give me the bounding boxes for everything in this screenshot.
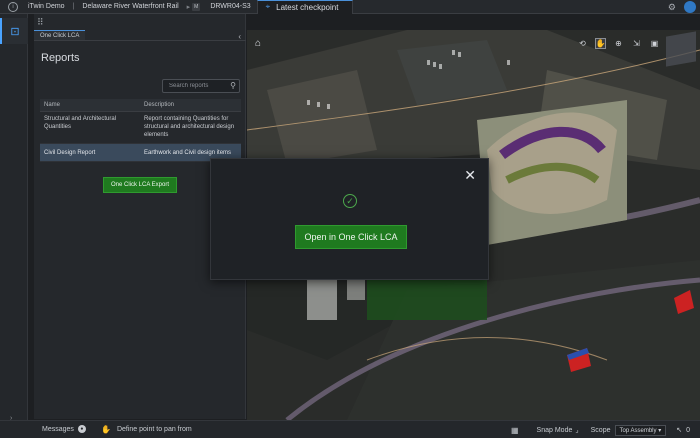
search-box[interactable]: ⚲ [162, 79, 240, 93]
left-rail: ⊡ › [0, 14, 28, 424]
chevron-right-icon: ▸ [186, 3, 191, 11]
table-row[interactable]: Structural and Architectural Quantities … [40, 112, 241, 144]
tab-one-click-lca[interactable]: One Click LCA [34, 30, 86, 40]
drag-handle-icon[interactable]: ⠿ [34, 14, 246, 30]
snap-mode-label[interactable]: Snap Mode [537, 427, 573, 434]
top-bar: i iTwin Demo | Delaware River Waterfront… [0, 0, 700, 14]
close-icon[interactable]: ✕ [464, 167, 476, 184]
check-circle-icon: ✓ [343, 194, 357, 208]
success-dialog: ✕ ✓ Open in One Click LCA [210, 158, 489, 280]
info-icon[interactable]: i [8, 1, 18, 12]
page-title: Reports [41, 52, 80, 64]
cursor-icon[interactable]: ↖ [676, 426, 682, 434]
messages-label: Messages [42, 425, 74, 433]
top-bar-right: ⚙ [668, 0, 700, 14]
scope-label: Scope [590, 426, 611, 434]
zoom-tool-icon[interactable]: ⊕ [613, 38, 624, 49]
camera-tool-icon[interactable]: ▣ [649, 38, 660, 49]
tool-hint: ✋ Define point to pan from [101, 425, 192, 434]
tab-checkpoint[interactable]: ⌖ Latest checkpoint [256, 0, 354, 14]
status-bar: Messages ● ✋ Define point to pan from ▦ … [0, 420, 700, 438]
export-button[interactable]: One Click LCA Export [103, 177, 177, 193]
column-header-name[interactable]: Name [40, 102, 140, 108]
walk-tool-icon[interactable]: ⇲ [631, 38, 642, 49]
report-description: Earthwork and Civil design items [144, 149, 232, 156]
grid-icon[interactable]: ▦ [511, 426, 519, 435]
hand-icon: ✋ [101, 425, 111, 434]
rotate-tool-icon[interactable]: ⟲ [577, 38, 588, 49]
search-icon[interactable]: ⚲ [230, 81, 236, 90]
report-name: Civil Design Report [44, 149, 96, 156]
tool-hint-text: Define point to pan from [116, 426, 192, 433]
report-description: Report containing Quantities for structu… [144, 116, 235, 138]
breadcrumb-product[interactable]: iTwin Demo [22, 0, 71, 14]
checkpoint-icon: ⌖ [265, 2, 271, 11]
snap-mode-icon[interactable]: ⌟ [575, 426, 578, 434]
search-input[interactable] [163, 80, 227, 92]
breadcrumb-model[interactable]: DRWR04-S3 [204, 0, 256, 14]
avatar[interactable] [684, 1, 696, 13]
reports-table: Name Description Structural and Architec… [40, 99, 241, 162]
view-cube[interactable] [666, 31, 696, 67]
table-header: Name Description [40, 99, 241, 112]
widget-icon[interactable]: ⊡ [0, 18, 28, 44]
message-icon: ● [77, 425, 86, 433]
divider [34, 40, 246, 41]
selection-count: 0 [686, 426, 690, 434]
viewport-toolbar: ⟲ ✋ ⊕ ⇲ ▣ [577, 38, 660, 49]
scope-select[interactable]: Top Assembly ▾ [614, 424, 667, 436]
model-chip: M [192, 2, 201, 11]
status-bar-right: ▦ Snap Mode ⌟ Scope Top Assembly ▾ ↖ 0 [511, 423, 690, 437]
report-name: Structural and Architectural Quantities [44, 116, 117, 130]
messages-button[interactable]: Messages ● [42, 425, 86, 433]
column-header-description[interactable]: Description [140, 102, 241, 108]
gear-icon[interactable]: ⚙ [668, 2, 676, 13]
breadcrumb-project[interactable]: Delaware River Waterfront Rail [76, 0, 184, 14]
home-icon[interactable]: ⌂ [255, 38, 261, 49]
pan-tool-icon[interactable]: ✋ [595, 38, 606, 49]
open-in-one-click-lca-button[interactable]: Open in One Click LCA [295, 225, 407, 249]
scope-value: Top Assembly [619, 427, 657, 434]
checkpoint-label: Latest checkpoint [276, 2, 339, 12]
chevron-left-icon[interactable]: ‹ [238, 32, 241, 41]
